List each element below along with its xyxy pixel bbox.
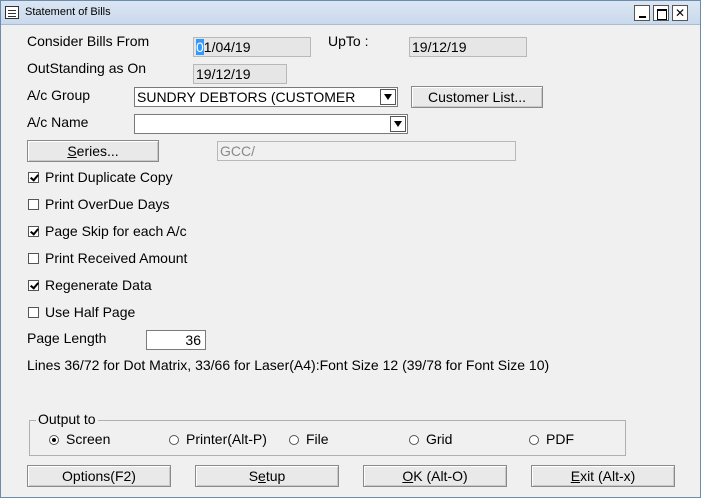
lines-info-text: Lines 36/72 for Dot Matrix, 33/66 for La…: [27, 357, 550, 373]
radio-button[interactable]: [409, 435, 419, 445]
option-label: Print OverDue Days: [45, 196, 170, 212]
radio-button[interactable]: [49, 435, 59, 445]
option-label: Use Half Page: [45, 304, 136, 320]
ok-button-mnemonic: O: [402, 468, 414, 484]
setup-button-post: tup: [265, 468, 286, 484]
series-button[interactable]: Series...: [27, 140, 159, 162]
series-field: GCC/: [217, 141, 516, 161]
exit-button-mnemonic: E: [570, 468, 581, 484]
checkbox[interactable]: [28, 307, 39, 318]
setup-button-mnemonic: e: [258, 468, 266, 484]
radio-button[interactable]: [169, 435, 179, 445]
checkbox[interactable]: [28, 226, 39, 237]
consider-bills-from-label: Consider Bills From: [27, 33, 150, 49]
option-label: Print Received Amount: [45, 250, 188, 266]
output-option-label: Grid: [426, 431, 453, 447]
page-length-label: Page Length: [27, 330, 107, 346]
system-menu-icon[interactable]: [5, 6, 19, 19]
chevron-down-icon[interactable]: [380, 89, 396, 105]
radio-button[interactable]: [529, 435, 539, 445]
close-icon[interactable]: ✕: [672, 5, 688, 21]
ac-group-value: SUNDRY DEBTORS (CUSTOMER: [137, 89, 356, 105]
window-title: Statement of Bills: [25, 6, 111, 18]
maximize-icon[interactable]: [653, 5, 669, 21]
minimize-icon[interactable]: [634, 5, 650, 21]
chevron-down-icon[interactable]: [390, 116, 406, 132]
page-length-field[interactable]: 36: [146, 330, 206, 350]
radio-button[interactable]: [289, 435, 299, 445]
ac-name-combo[interactable]: [134, 114, 408, 134]
series-button-mnemonic: S: [67, 143, 77, 159]
option-label: Page Skip for each A/c: [45, 223, 187, 239]
from-date-field[interactable]: 01/04/19: [193, 37, 311, 57]
ac-group-label: A/c Group: [27, 87, 91, 103]
output-option-label: PDF: [546, 431, 574, 447]
setup-button-pre: S: [248, 468, 259, 484]
output-option-label: File: [306, 431, 329, 447]
checkbox[interactable]: [28, 280, 39, 291]
statement-of-bills-window: Statement of Bills ✕ Consider Bills From…: [0, 0, 701, 498]
exit-button-label: xit (Alt-x): [580, 468, 636, 484]
exit-button[interactable]: Exit (Alt-x): [531, 465, 675, 487]
series-button-label: eries...: [76, 143, 119, 159]
ac-name-label: A/c Name: [27, 114, 89, 130]
upto-label: UpTo :: [328, 33, 369, 49]
option-label: Print Duplicate Copy: [45, 169, 173, 185]
setup-button[interactable]: Setup: [195, 465, 339, 487]
outstanding-date-field[interactable]: 19/12/19: [193, 64, 287, 84]
upto-date-field[interactable]: 19/12/19: [409, 37, 527, 57]
output-option-label: Screen: [66, 431, 111, 447]
checkbox[interactable]: [28, 199, 39, 210]
output-option-label: Printer(Alt-P): [186, 431, 267, 447]
ok-button-label: K (Alt-O): [413, 468, 468, 484]
ok-button[interactable]: OK (Alt-O): [363, 465, 507, 487]
option-label: Regenerate Data: [45, 277, 152, 293]
options-button[interactable]: Options(F2): [27, 465, 171, 487]
checkbox[interactable]: [28, 172, 39, 183]
output-to-legend: Output to: [36, 411, 98, 427]
from-date-rest: 1/04/19: [203, 39, 251, 55]
title-bar[interactable]: Statement of Bills ✕: [1, 1, 700, 25]
customer-list-button[interactable]: Customer List...: [411, 86, 543, 108]
outstanding-as-on-label: OutStanding as On: [27, 60, 147, 76]
checkbox[interactable]: [28, 253, 39, 264]
from-date-selected-digit: 0: [196, 39, 204, 55]
ac-group-combo[interactable]: SUNDRY DEBTORS (CUSTOMER: [134, 87, 398, 107]
